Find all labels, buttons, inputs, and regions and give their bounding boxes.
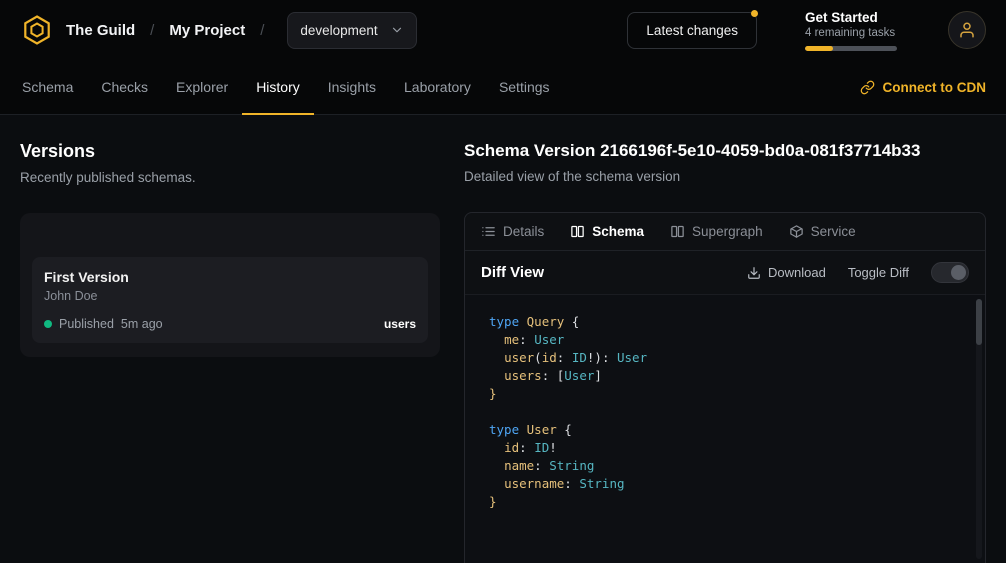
version-list-item[interactable]: First Version John Doe Published 5m ago …	[32, 257, 428, 343]
tab-service[interactable]: Service	[789, 224, 856, 239]
code-scrollbar	[976, 299, 982, 559]
version-status: Published	[59, 317, 114, 331]
version-meta-row: Published 5m ago users	[44, 317, 416, 331]
service-icon	[789, 224, 804, 239]
nav-tab-settings[interactable]: Settings	[485, 60, 564, 114]
diff-toggle[interactable]	[931, 262, 969, 283]
code-line: users: [User]	[489, 367, 961, 385]
version-detail-panel: Details Schema Sup	[464, 212, 986, 563]
version-detail-column: Schema Version 2166196f-5e10-4059-bd0a-0…	[464, 141, 986, 563]
code-line: type Query {	[489, 313, 961, 331]
tab-supergraph-label: Supergraph	[692, 224, 763, 239]
progress-bar	[805, 46, 897, 51]
code-area: type Query { me: User user(id: ID!): Use…	[465, 295, 985, 563]
tab-details[interactable]: Details	[481, 224, 544, 239]
diff-view-title: Diff View	[481, 264, 544, 281]
code-block: type Query { me: User user(id: ID!): Use…	[489, 313, 961, 511]
get-started-subtitle: 4 remaining tasks	[805, 27, 900, 39]
versions-column: Versions Recently published schemas. Fir…	[20, 141, 440, 563]
download-label: Download	[768, 265, 826, 280]
project-breadcrumb[interactable]: My Project	[169, 22, 245, 39]
code-line: }	[489, 385, 961, 403]
tab-schema[interactable]: Schema	[570, 224, 644, 239]
code-line: name: String	[489, 457, 961, 475]
detail-tab-bar: Details Schema Sup	[465, 213, 985, 251]
code-line	[489, 403, 961, 421]
user-icon	[958, 21, 976, 39]
code-line: username: String	[489, 475, 961, 493]
breadcrumb-separator: /	[150, 22, 154, 39]
list-icon	[481, 224, 496, 239]
version-name: First Version	[44, 269, 416, 285]
tab-details-label: Details	[503, 224, 544, 239]
version-time: 5m ago	[121, 317, 163, 331]
nav-tab-explorer[interactable]: Explorer	[162, 60, 242, 114]
detail-title: Schema Version 2166196f-5e10-4059-bd0a-0…	[464, 141, 986, 161]
diff-header: Diff View Download Toggle Diff	[465, 251, 985, 295]
nav-tab-history[interactable]: History	[242, 60, 314, 114]
notification-dot	[751, 10, 758, 17]
environment-select-value: development	[300, 23, 377, 38]
code-scrollbar-thumb[interactable]	[976, 299, 982, 345]
environment-select[interactable]: development	[287, 12, 416, 49]
latest-changes-label: Latest changes	[646, 23, 738, 38]
nav-tab-schema[interactable]: Schema	[8, 60, 87, 114]
download-icon	[747, 266, 761, 280]
diff-actions: Download Toggle Diff	[747, 262, 969, 283]
toggle-diff-label: Toggle Diff	[848, 265, 909, 280]
connect-to-cdn-label: Connect to CDN	[883, 80, 987, 95]
nav-tab-laboratory[interactable]: Laboratory	[390, 60, 485, 114]
connect-to-cdn-link[interactable]: Connect to CDN	[848, 60, 999, 114]
versions-card: First Version John Doe Published 5m ago …	[20, 213, 440, 357]
tab-schema-label: Schema	[592, 224, 644, 239]
code-line: }	[489, 493, 961, 511]
get-started-widget[interactable]: Get Started 4 remaining tasks	[805, 10, 900, 51]
tab-supergraph[interactable]: Supergraph	[670, 224, 763, 239]
main-nav: Schema Checks Explorer History Insights …	[0, 60, 1006, 115]
nav-tab-insights[interactable]: Insights	[314, 60, 390, 114]
avatar[interactable]	[948, 11, 986, 49]
progress-fill	[805, 46, 833, 51]
top-bar: The Guild / My Project / development Lat…	[0, 0, 1006, 60]
status-dot	[44, 320, 52, 328]
chevron-down-icon	[390, 23, 404, 37]
versions-title: Versions	[20, 141, 440, 162]
main-content: Versions Recently published schemas. Fir…	[0, 115, 1006, 563]
diff-toggle-knob	[951, 265, 966, 280]
get-started-title: Get Started	[805, 10, 900, 25]
supergraph-icon	[670, 224, 685, 239]
topbar-right-cluster: Latest changes Get Started 4 remaining t…	[627, 10, 986, 51]
code-line: user(id: ID!): User	[489, 349, 961, 367]
service-badge: users	[384, 317, 416, 331]
code-line: id: ID!	[489, 439, 961, 457]
link-icon	[860, 80, 875, 95]
detail-subtitle: Detailed view of the schema version	[464, 169, 986, 184]
breadcrumb-separator: /	[260, 22, 264, 39]
download-button[interactable]: Download	[747, 265, 826, 280]
versions-subtitle: Recently published schemas.	[20, 170, 440, 185]
org-breadcrumb[interactable]: The Guild	[66, 22, 135, 39]
code-line: type User {	[489, 421, 961, 439]
hive-logo-icon[interactable]	[20, 13, 54, 47]
tab-service-label: Service	[811, 224, 856, 239]
version-author: John Doe	[44, 289, 416, 303]
nav-tab-checks[interactable]: Checks	[87, 60, 162, 114]
schema-icon	[570, 224, 585, 239]
code-line: me: User	[489, 331, 961, 349]
latest-changes-button[interactable]: Latest changes	[627, 12, 757, 49]
